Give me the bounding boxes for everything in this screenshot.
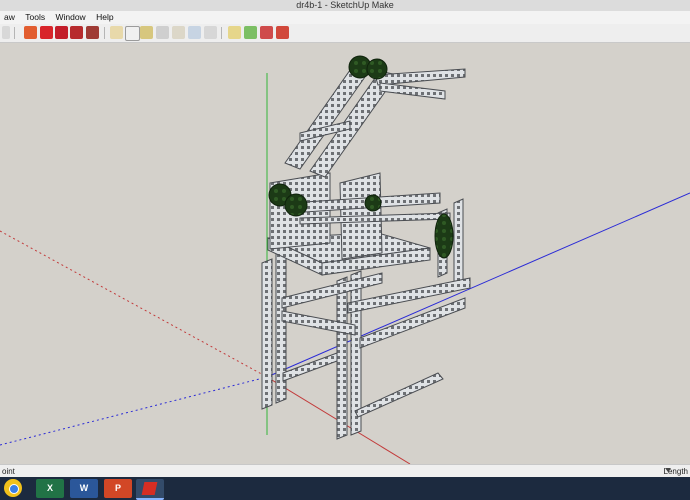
zoom-extents-icon[interactable] xyxy=(204,26,217,39)
top-bar-2 xyxy=(379,82,446,100)
diagonal-lower-bar xyxy=(354,372,444,418)
red-axis-negative xyxy=(0,230,268,378)
orbit-icon[interactable] xyxy=(156,26,169,39)
styles-icon[interactable] xyxy=(244,26,257,39)
menu-view[interactable]: aw xyxy=(0,11,19,24)
windows-taskbar: X W P xyxy=(0,477,690,500)
blue-axis-negative xyxy=(0,376,268,446)
components-icon[interactable] xyxy=(228,26,241,39)
front-left-post xyxy=(261,258,273,410)
front-right-post xyxy=(336,276,348,440)
menu-bar: aw Tools Window Help xyxy=(0,11,690,24)
rear-right-post xyxy=(453,198,464,288)
pan-icon[interactable] xyxy=(172,26,185,39)
scale-icon[interactable] xyxy=(70,26,83,39)
top-bar xyxy=(374,68,466,86)
menu-tools[interactable]: Tools xyxy=(21,11,49,24)
zoom-icon[interactable] xyxy=(188,26,201,39)
text-icon[interactable] xyxy=(110,26,123,39)
push-pull-icon[interactable] xyxy=(86,26,99,39)
chrome-icon[interactable] xyxy=(4,479,22,497)
measurement-dropdown-icon[interactable] xyxy=(665,468,671,472)
inner-gear xyxy=(364,194,382,212)
excel-label: X xyxy=(46,483,53,493)
protractor-icon[interactable] xyxy=(140,26,153,39)
move-icon[interactable] xyxy=(40,26,53,39)
3d-scene xyxy=(0,55,690,464)
excel-icon[interactable]: X xyxy=(36,479,64,498)
word-icon[interactable]: W xyxy=(70,479,98,498)
model-viewport[interactable] xyxy=(0,43,690,464)
dropdown-icon[interactable] xyxy=(2,26,10,39)
menu-window[interactable]: Window xyxy=(51,11,89,24)
window-title: dr4b-1 - SketchUp Make xyxy=(296,0,394,10)
sketchup-icon[interactable] xyxy=(136,479,164,500)
dimension-icon[interactable] xyxy=(125,26,140,41)
mid-gear-right xyxy=(284,193,308,217)
paint-bucket-icon[interactable] xyxy=(24,26,37,39)
side-gear xyxy=(434,213,454,259)
main-toolbar xyxy=(0,24,690,43)
menu-help[interactable]: Help xyxy=(92,11,117,24)
rotate-icon[interactable] xyxy=(55,26,68,39)
extension-icon[interactable] xyxy=(276,26,289,39)
powerpoint-label: P xyxy=(114,483,121,493)
powerpoint-icon[interactable]: P xyxy=(104,479,132,498)
word-label: W xyxy=(79,483,89,493)
status-bar: oint Length xyxy=(0,464,690,478)
top-gear-right xyxy=(366,58,388,80)
warehouse-icon[interactable] xyxy=(260,26,273,39)
